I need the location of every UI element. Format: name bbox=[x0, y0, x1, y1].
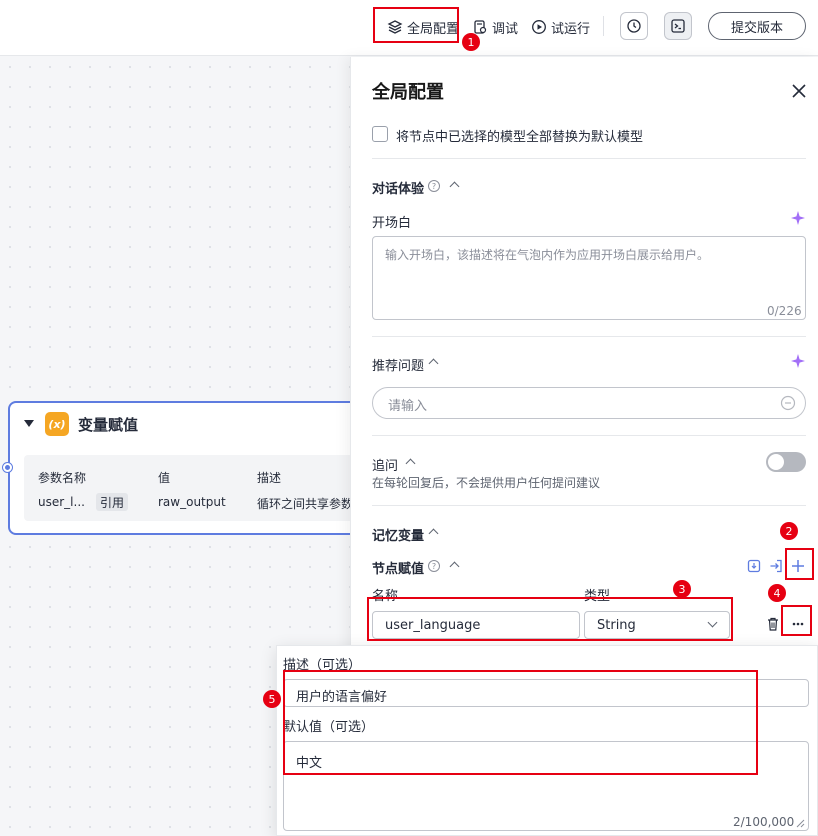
debug-button[interactable]: 调试 bbox=[472, 16, 518, 38]
section-divider bbox=[372, 336, 806, 337]
history-icon bbox=[627, 19, 641, 33]
top-toolbar: 全局配置 调试 试运行 提交版本 bbox=[0, 0, 818, 56]
annotation-badge-2: 2 bbox=[780, 522, 798, 540]
opening-label: 开场白 bbox=[372, 216, 412, 231]
annotation-badge-1: 1 bbox=[462, 33, 480, 51]
node-input-port[interactable] bbox=[3, 463, 12, 472]
reference-tag: 引用 bbox=[96, 493, 128, 511]
play-circle-icon bbox=[532, 20, 546, 34]
help-icon[interactable]: ? bbox=[428, 560, 440, 572]
var-type-value: String bbox=[597, 617, 636, 633]
panel-title: 全局配置 bbox=[372, 82, 444, 103]
history-button[interactable] bbox=[620, 12, 648, 40]
annotation-badge-4: 4 bbox=[768, 584, 786, 602]
var-name-field[interactable]: user_language bbox=[372, 611, 580, 639]
toolbar-divider bbox=[603, 16, 604, 36]
collapse-caret-icon[interactable] bbox=[24, 420, 34, 427]
trash-icon[interactable] bbox=[765, 616, 781, 632]
close-icon[interactable] bbox=[790, 82, 808, 100]
replace-models-checkbox[interactable] bbox=[372, 126, 388, 142]
global-config-label: 全局配置 bbox=[407, 21, 460, 37]
test-run-label: 试运行 bbox=[551, 21, 591, 37]
node-row-name: user_l... bbox=[38, 495, 85, 509]
minus-circle-icon[interactable] bbox=[780, 395, 796, 411]
desc-label: 描述（可选） bbox=[283, 658, 362, 673]
node-row-value: raw_output bbox=[158, 495, 226, 509]
follow-up-description: 在每轮回复后，不会提供用户任何提问建议 bbox=[372, 476, 601, 490]
default-value-textarea[interactable] bbox=[283, 741, 809, 831]
desc-value: 用户的语言偏好 bbox=[296, 690, 388, 705]
default-value-label: 默认值（可选） bbox=[283, 720, 375, 735]
default-value-char-count: 2/100,000 bbox=[733, 815, 795, 829]
var-type-select[interactable]: String bbox=[584, 611, 730, 639]
global-config-button[interactable]: 全局配置 bbox=[387, 16, 459, 38]
layers-icon bbox=[387, 20, 403, 34]
node-col-desc: 描述 bbox=[257, 471, 282, 485]
debug-label: 调试 bbox=[492, 21, 519, 37]
resize-handle-icon[interactable] bbox=[795, 818, 805, 828]
import-icon[interactable] bbox=[746, 558, 762, 574]
var-type-column: 类型 bbox=[584, 589, 611, 604]
opening-char-count: 0/226 bbox=[767, 304, 802, 318]
default-value-text: 中文 bbox=[296, 756, 323, 771]
suggested-question-input[interactable] bbox=[372, 387, 806, 419]
help-icon[interactable]: ? bbox=[428, 180, 440, 192]
annotation-badge-5: 5 bbox=[263, 690, 281, 708]
node-col-value: 值 bbox=[158, 471, 171, 485]
node-assign-heading[interactable]: 节点赋值 bbox=[372, 558, 424, 577]
section-divider bbox=[372, 505, 806, 506]
suggested-questions-heading[interactable]: 推荐问题 bbox=[372, 355, 424, 374]
test-run-button[interactable]: 试运行 bbox=[531, 16, 590, 38]
variable-node-icon: (x) bbox=[45, 412, 69, 436]
ai-sparkle-icon[interactable] bbox=[790, 210, 806, 226]
memory-vars-heading[interactable]: 记忆变量 bbox=[372, 525, 424, 544]
replace-models-label: 将节点中已选择的模型全部替换为默认模型 bbox=[396, 130, 644, 145]
node-title: 变量赋值 bbox=[78, 416, 139, 434]
annotation-badge-3: 3 bbox=[673, 580, 691, 598]
node-col-name: 参数名称 bbox=[38, 471, 87, 485]
var-name-column: 名称 bbox=[372, 589, 399, 604]
terminal-button[interactable] bbox=[664, 12, 692, 40]
submit-version-button[interactable]: 提交版本 bbox=[708, 12, 806, 40]
terminal-icon bbox=[671, 19, 685, 33]
section-divider bbox=[372, 435, 806, 436]
ai-sparkle-icon[interactable] bbox=[790, 353, 806, 369]
suggested-placeholder: 请输入 bbox=[388, 399, 428, 414]
follow-up-heading[interactable]: 追问 bbox=[372, 455, 398, 474]
section-divider bbox=[372, 158, 806, 159]
node-row-desc: 循环之间共享参数 bbox=[257, 497, 354, 511]
login-icon[interactable] bbox=[768, 558, 784, 574]
follow-up-toggle[interactable] bbox=[766, 452, 806, 472]
opening-placeholder: 输入开场白，该描述将在气泡内作为应用开场白展示给用户。 bbox=[385, 248, 710, 262]
dialog-experience-heading[interactable]: 对话体验 bbox=[372, 178, 424, 197]
more-options-icon[interactable] bbox=[790, 616, 806, 632]
debug-icon bbox=[474, 20, 487, 34]
add-variable-icon[interactable] bbox=[790, 558, 806, 574]
